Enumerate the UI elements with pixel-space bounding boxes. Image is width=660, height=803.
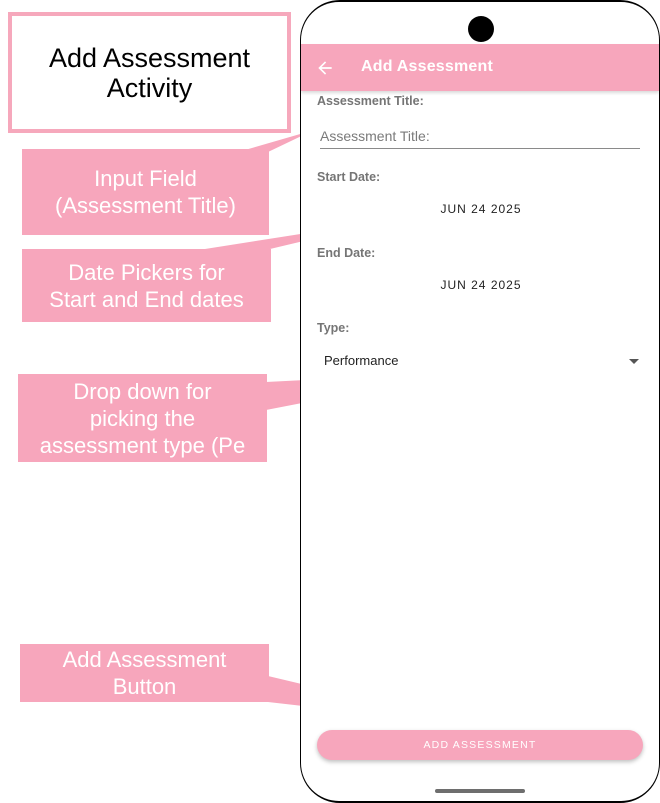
type-dropdown-value: Performance: [324, 353, 399, 368]
dropdown-arrow-icon: [629, 359, 639, 364]
phone-screen: Add Assessment Assessment Title: Start D…: [301, 2, 659, 801]
home-indicator-bar[interactable]: [435, 789, 525, 793]
end-date-label: End Date:: [317, 246, 376, 260]
callout-date-pickers: Date Pickers for Start and End dates: [22, 249, 271, 322]
callout-input-field-text: Input Field (Assessment Title): [55, 166, 236, 218]
assessment-title-input[interactable]: [320, 124, 640, 149]
callout-dropdown-text: Drop down for picking the assessment typ…: [39, 378, 246, 458]
assessment-title-label: Assessment Title:: [317, 94, 424, 108]
start-date-picker-button[interactable]: JUN 24 2025: [401, 197, 561, 221]
arrow-back-icon[interactable]: [315, 58, 335, 78]
annotation-title: Add Assessment Activity: [48, 42, 251, 103]
callout-add-button: Add Assessment Button: [20, 644, 269, 702]
callout-date-pickers-text: Date Pickers for Start and End dates: [49, 259, 244, 312]
app-bar: Add Assessment: [301, 44, 659, 91]
type-label: Type:: [317, 321, 350, 335]
start-date-label: Start Date:: [317, 170, 381, 184]
camera-cutout: [468, 16, 494, 42]
annotation-title-box: Add Assessment Activity: [8, 12, 291, 133]
add-assessment-button[interactable]: ADD ASSESSMENT: [317, 730, 643, 760]
type-dropdown[interactable]: Performance: [317, 348, 639, 374]
callout-input-field: Input Field (Assessment Title): [22, 149, 269, 235]
callout-dropdown: Drop down for picking the assessment typ…: [18, 374, 267, 462]
callout-add-button-text: Add Assessment Button: [62, 647, 227, 699]
end-date-picker-button[interactable]: JUN 24 2025: [401, 273, 561, 297]
app-bar-title: Add Assessment: [361, 58, 494, 75]
